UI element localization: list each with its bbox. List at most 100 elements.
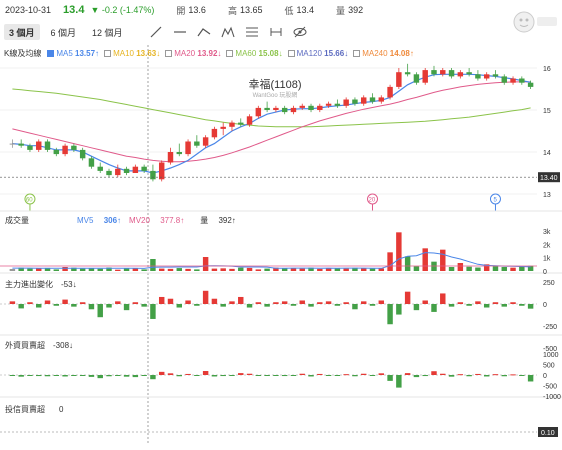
- foreign-bar: [53, 375, 60, 376]
- candle-body: [334, 103, 341, 106]
- candle-body: [404, 72, 411, 75]
- candle-body: [220, 126, 226, 129]
- main-force-bar: [396, 304, 402, 315]
- main-force-bar: [264, 304, 270, 307]
- volume-bar: [62, 267, 68, 271]
- foreign-bar: [123, 375, 130, 377]
- candle-body: [132, 166, 139, 173]
- mv20-value: 377.8↑: [160, 216, 185, 225]
- volume-bar: [317, 268, 323, 271]
- main-force-bar: [483, 304, 490, 308]
- volume-panel-label: 成交量 MV5 306↑ MV20 377.8↑ 量 392↑: [5, 215, 252, 226]
- candle-body: [325, 103, 332, 106]
- price-tick-label: 13: [543, 192, 551, 199]
- candle-body: [440, 70, 446, 75]
- candle-body: [246, 116, 253, 125]
- foreign-bar: [361, 373, 367, 375]
- main-force-bar: [97, 304, 103, 318]
- foreign-bar: [440, 373, 446, 375]
- foreign-bar: [325, 375, 332, 376]
- foreign-value: -308↓: [53, 341, 74, 350]
- main-force-bar: [255, 302, 262, 304]
- candle-body: [158, 162, 165, 180]
- main-force-tick-label: 250: [543, 280, 555, 287]
- main-force-bar: [273, 302, 279, 304]
- main-force-bar: [422, 300, 428, 304]
- main-force-bar: [369, 304, 376, 306]
- current-price-label: 13.40: [540, 175, 558, 182]
- foreign-bar: [229, 375, 235, 376]
- candle-body: [361, 97, 367, 104]
- candle-body: [378, 97, 385, 102]
- candle-body: [79, 149, 86, 159]
- mv20-label: MV20: [129, 216, 150, 225]
- foreign-bar: [492, 374, 499, 376]
- candle-body: [62, 145, 68, 155]
- candle-body: [352, 99, 358, 104]
- candle-body: [492, 74, 499, 77]
- volume-bar: [492, 266, 499, 271]
- candle-body: [211, 128, 218, 138]
- volume-bar: [141, 269, 147, 271]
- main-force-bar: [9, 301, 16, 304]
- foreign-bar: [527, 375, 534, 382]
- foreign-bar: [9, 375, 16, 376]
- candle-body: [527, 82, 534, 87]
- main-force-bar: [325, 301, 332, 304]
- candle-body: [194, 141, 200, 146]
- main-force-bar: [308, 304, 314, 307]
- main-force-bar: [27, 302, 33, 304]
- main-force-bar: [185, 300, 191, 304]
- price-tick-label: 16: [543, 66, 551, 73]
- foreign-bar: [387, 375, 393, 381]
- foreign-tick-label: -1000: [543, 394, 561, 401]
- candle-body: [36, 141, 42, 150]
- main-force-bar: [71, 304, 77, 307]
- foreign-bar: [167, 373, 174, 375]
- foreign-bar: [18, 375, 24, 377]
- candle-body: [27, 145, 33, 150]
- candle-body: [519, 78, 525, 83]
- candle-body: [88, 158, 95, 167]
- volume-bar: [150, 259, 156, 271]
- volume-bar: [440, 249, 446, 271]
- volume-bar: [404, 256, 411, 271]
- volume-bar: [123, 268, 130, 271]
- candle-body: [396, 72, 402, 87]
- main-force-bar: [115, 301, 121, 304]
- candle-body: [167, 152, 174, 163]
- foreign-bar: [308, 375, 314, 377]
- candle-body: [510, 78, 516, 83]
- volume-bar: [194, 269, 200, 271]
- main-force-bar: [343, 302, 349, 304]
- main-force-label: 主力進出變化 -53↓: [5, 279, 85, 290]
- candle-body: [185, 141, 191, 155]
- volume-bar: [27, 268, 33, 271]
- main-force-bar: [317, 302, 323, 304]
- foreign-bar: [71, 375, 77, 376]
- main-force-bar: [492, 302, 499, 304]
- main-force-bar: [167, 298, 174, 304]
- foreign-bar: [132, 375, 139, 378]
- main-force-bar: [281, 301, 288, 304]
- main-force-bar: [79, 302, 86, 304]
- volume-bar: [413, 266, 420, 271]
- foreign-bar: [510, 374, 516, 376]
- volume-bar: [343, 268, 349, 271]
- candle-body: [264, 107, 270, 110]
- foreign-bar: [448, 375, 455, 377]
- main-force-bar: [229, 301, 235, 304]
- mv5-value: 306↑: [103, 216, 122, 225]
- main-force-bar: [123, 304, 130, 311]
- volume-bar: [255, 269, 262, 271]
- main-force-bar: [299, 300, 305, 304]
- main-force-bar: [88, 304, 95, 310]
- volume-title: 成交量: [5, 216, 29, 225]
- main-force-bar: [141, 304, 147, 307]
- foreign-bar: [176, 375, 182, 377]
- volume-bar: [53, 269, 60, 271]
- volume-bar: [158, 268, 165, 271]
- foreign-bar: [457, 374, 464, 376]
- candle-body: [387, 86, 393, 98]
- foreign-tick-label: 0: [543, 373, 547, 380]
